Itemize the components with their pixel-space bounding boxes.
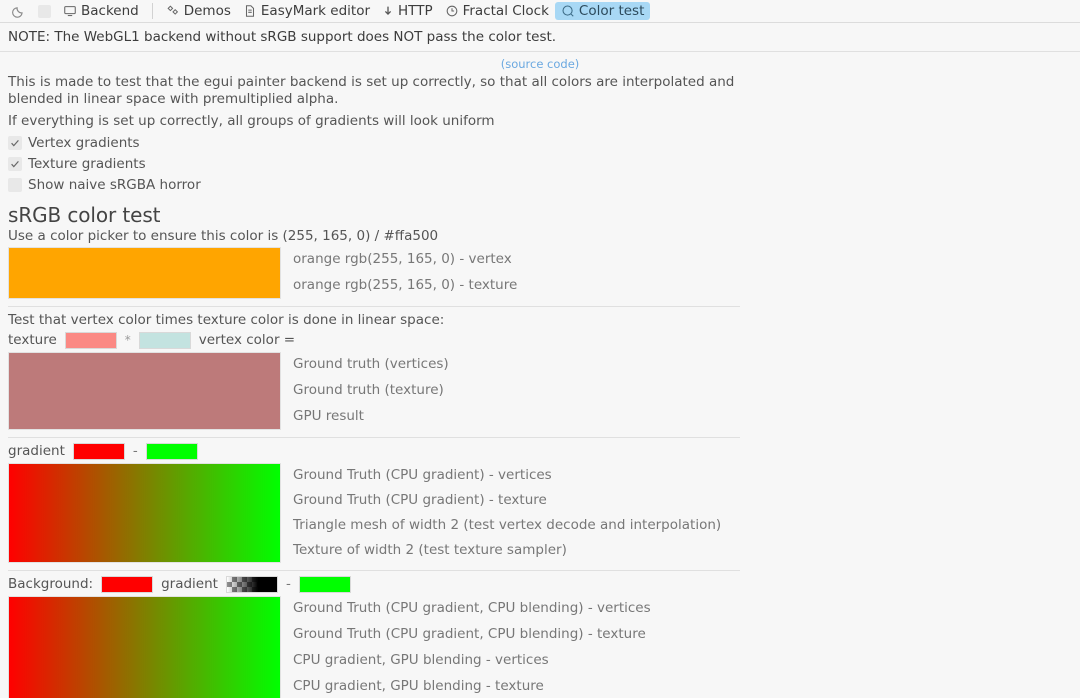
multiply-description: Test that vertex color times texture col… (8, 311, 445, 328)
checkbox-texture-gradients[interactable]: Texture gradients (8, 156, 1072, 172)
gradient-to-chip[interactable] (145, 442, 198, 460)
background-label-gt-vertices: Ground Truth (CPU gradient, CPU blending… (293, 600, 651, 617)
gradient-label-triangle-mesh: Triangle mesh of width 2 (test vertex de… (293, 516, 722, 533)
tab-fractal-clock-label: Fractal Clock (462, 3, 549, 19)
top-toolbar: Backend Demos EasyMark editor HTTP Fract… (0, 0, 1080, 23)
multiply-label-gt-vertices: Ground truth (vertices) (293, 356, 449, 373)
section-divider (8, 305, 740, 307)
tab-easymark-editor-label: EasyMark editor (260, 3, 371, 19)
gradient-label: gradient (8, 443, 65, 460)
background-to-chip[interactable] (298, 575, 351, 593)
tab-easymark-editor[interactable]: EasyMark editor (237, 2, 376, 20)
texture-color-chip[interactable] (64, 331, 117, 349)
checkmark-icon (8, 135, 22, 150)
multiply-result-swatch (8, 351, 281, 430)
alpha-gradient-chip[interactable] (225, 575, 278, 593)
gradient-swatch (8, 462, 281, 563)
section-divider (8, 569, 740, 571)
section-divider (8, 436, 740, 438)
monitor-icon (63, 4, 77, 18)
checkmark-icon (8, 156, 22, 171)
background-gradient-label: gradient (161, 576, 218, 593)
palette-icon (561, 4, 575, 18)
multiply-label-gt-texture: Ground truth (texture) (293, 382, 444, 399)
tab-demos-label: Demos (183, 3, 231, 19)
note-banner: NOTE: The WebGL1 backend without sRGB su… (0, 23, 1080, 52)
srgb-instruction: Use a color picker to ensure this color … (8, 227, 439, 244)
background-label-gpu-texture: CPU gradient, GPU blending - texture (293, 678, 544, 695)
gradient-from-chip[interactable] (72, 442, 125, 460)
background-inputs-row: Background: gradient - (8, 575, 1072, 593)
tab-fractal-clock[interactable]: Fractal Clock (439, 2, 555, 20)
background-result-row: Ground Truth (CPU gradient, CPU blending… (8, 595, 1072, 698)
gradient-labels: Ground Truth (CPU gradient) - vertices G… (281, 463, 1072, 563)
checkbox-vertex-gradients[interactable]: Vertex gradients (8, 135, 1072, 151)
vertex-color-label: vertex color = (198, 332, 296, 349)
empty-checkbox-icon (8, 177, 22, 192)
srgb-label-vertex: orange rgb(255, 165, 0) - vertex (293, 251, 512, 268)
background-color-chip[interactable] (101, 575, 154, 593)
source-code-line: (source code) (8, 52, 1072, 72)
vertex-color-chip[interactable] (138, 331, 191, 349)
multiply-operator: * (124, 333, 131, 348)
multiply-result-row: Ground truth (vertices) Ground truth (te… (8, 351, 1072, 430)
backend-menu[interactable]: Backend (57, 2, 145, 20)
download-arrow-icon (382, 4, 394, 18)
texture-label: texture (8, 332, 57, 349)
background-label-gpu-vertices: CPU gradient, GPU blending - vertices (293, 652, 549, 669)
gradient-label-gt-vertices: Ground Truth (CPU gradient) - vertices (293, 466, 552, 483)
checkbox-texture-gradients-label: Texture gradients (28, 155, 146, 172)
document-icon (243, 4, 257, 18)
source-code-link[interactable]: (source code) (501, 57, 580, 71)
shapes-icon (166, 4, 180, 18)
srgb-section-heading: sRGB color test (8, 202, 161, 227)
orange-swatch (8, 246, 281, 299)
srgb-swatch-row: orange rgb(255, 165, 0) - vertex orange … (8, 246, 1072, 299)
sun-square-icon (38, 4, 51, 18)
gradient-inputs-row: gradient - (8, 442, 1072, 460)
background-labels: Ground Truth (CPU gradient, CPU blending… (281, 596, 1072, 698)
gradient-label-gt-texture: Ground Truth (CPU gradient) - texture (293, 491, 547, 508)
background-gradient-swatch (8, 595, 281, 698)
tab-http[interactable]: HTTP (376, 2, 439, 20)
intro-paragraph-2: If everything is set up correctly, all g… (8, 112, 495, 129)
clock-icon (445, 4, 459, 18)
background-label-gt-texture: Ground Truth (CPU gradient, CPU blending… (293, 626, 646, 643)
multiply-inputs-row: texture * vertex color = (8, 331, 1072, 349)
tab-demos[interactable]: Demos (160, 2, 237, 20)
multiply-labels: Ground truth (vertices) Ground truth (te… (281, 352, 1072, 430)
content-area: (source code) This is made to test that … (0, 52, 1080, 698)
gradient-label-texture-width: Texture of width 2 (test texture sampler… (293, 541, 567, 558)
backend-label: Backend (81, 3, 139, 19)
toolbar-divider (151, 3, 153, 19)
background-dash: - (285, 576, 291, 593)
light-mode-toggle[interactable] (32, 4, 57, 19)
moon-icon (12, 4, 26, 18)
gradient-dash: - (132, 443, 138, 460)
gradient-result-row: Ground Truth (CPU gradient) - vertices G… (8, 462, 1072, 563)
checkbox-naive-srgba-horror-label: Show naive sRGBA horror (28, 176, 201, 193)
srgb-label-texture: orange rgb(255, 165, 0) - texture (293, 277, 518, 294)
checkbox-vertex-gradients-label: Vertex gradients (28, 134, 140, 151)
checkbox-naive-srgba-horror[interactable]: Show naive sRGBA horror (8, 177, 1072, 193)
background-label: Background: (8, 576, 94, 593)
dark-mode-toggle[interactable] (6, 3, 32, 19)
tab-color-test[interactable]: Color test (554, 2, 651, 20)
tab-http-label: HTTP (398, 3, 433, 19)
srgb-labels: orange rgb(255, 165, 0) - vertex orange … (281, 247, 1072, 299)
tab-color-test-label: Color test (578, 3, 645, 19)
intro-paragraph-1: This is made to test that the egui paint… (8, 74, 735, 107)
multiply-label-gpu-result: GPU result (293, 408, 364, 425)
